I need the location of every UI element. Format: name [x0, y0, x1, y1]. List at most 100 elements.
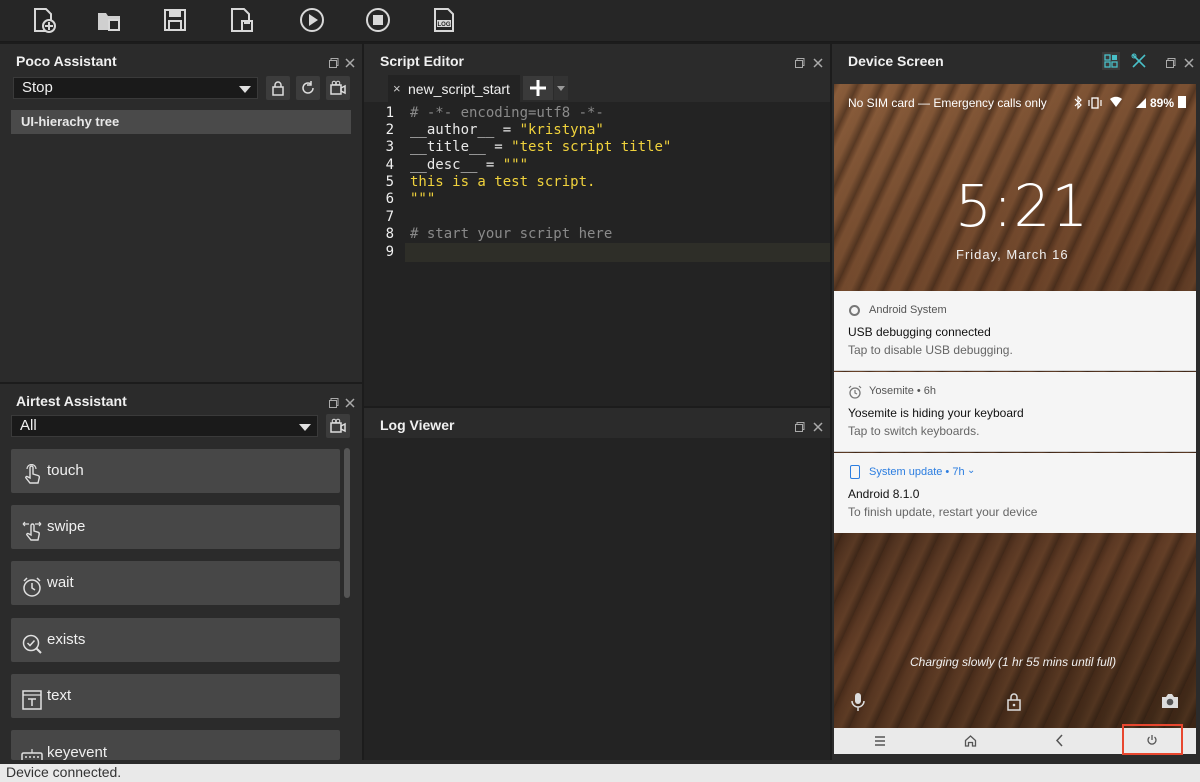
tab-label: new_script_start: [408, 81, 510, 97]
ui-hierarchy-tree-item[interactable]: UI-hierachy tree: [11, 110, 351, 134]
swipe-button[interactable]: swipe: [11, 505, 340, 549]
inspector-button[interactable]: [1102, 52, 1120, 70]
status-text: Device connected.: [6, 764, 122, 780]
poco-mode-select[interactable]: Stop: [13, 77, 258, 99]
code-line: __author__ = "kristyna": [410, 122, 604, 138]
save-as-icon[interactable]: [226, 5, 256, 35]
chevron-down-icon[interactable]: ⌄: [967, 465, 975, 476]
close-panel-icon[interactable]: [813, 419, 823, 432]
text-button[interactable]: text: [11, 674, 340, 718]
editor-tab[interactable]: × new_script_start: [388, 75, 520, 102]
save-icon[interactable]: [160, 5, 190, 35]
status-icons: [1074, 95, 1146, 110]
log-icon[interactable]: LOG: [429, 5, 459, 35]
chevron-down-icon: [299, 424, 311, 431]
run-icon[interactable]: [297, 5, 327, 35]
android-system-icon: [849, 305, 860, 316]
code-line: """: [410, 191, 436, 207]
notification-source: Android System: [869, 304, 947, 316]
keyevent-label: keyevent: [47, 744, 108, 760]
notification-subtitle: Tap to switch keyboards.: [848, 424, 980, 438]
power-icon[interactable]: [1146, 734, 1158, 746]
airtest-panel-title: Airtest Assistant: [16, 393, 127, 409]
device-nav-bar: [834, 724, 1196, 755]
charging-status: Charging slowly (1 hr 55 mins until full…: [910, 655, 1117, 669]
record-button[interactable]: [326, 76, 350, 100]
keyevent-button[interactable]: keyevent: [11, 730, 340, 760]
chevron-down-icon: [557, 86, 565, 91]
status-bar: Device connected.: [0, 764, 1200, 782]
microphone-icon[interactable]: [850, 692, 866, 712]
notification-title: USB debugging connected: [848, 325, 991, 339]
poco-panel-title: Poco Assistant: [16, 53, 117, 69]
lock-icon: [272, 81, 284, 96]
lock-button[interactable]: [266, 76, 290, 100]
log-output[interactable]: [364, 438, 830, 760]
camera-record-icon: [330, 80, 346, 95]
clock-icon: [21, 572, 43, 597]
refresh-button[interactable]: [296, 76, 320, 100]
swipe-icon: [21, 516, 43, 541]
power-button-highlight[interactable]: [1122, 724, 1183, 755]
sim-status: No SIM card — Emergency calls only: [848, 96, 1047, 110]
notification-subtitle: Tap to disable USB debugging.: [848, 343, 1013, 357]
touch-icon: [21, 460, 43, 484]
lockscreen-date: Friday, March 16: [956, 247, 1069, 262]
airtest-record-button[interactable]: [326, 414, 350, 438]
chevron-down-icon: [239, 86, 251, 93]
code-line: this is a test script.: [410, 174, 596, 190]
close-panel-icon[interactable]: [813, 55, 823, 68]
menu-icon[interactable]: [874, 735, 886, 747]
close-panel-icon[interactable]: [345, 395, 355, 408]
float-panel-icon[interactable]: [1166, 55, 1176, 68]
line-number: 4: [385, 157, 394, 173]
camera-record-icon: [330, 418, 346, 433]
line-number: 6: [385, 191, 394, 207]
stop-icon[interactable]: [363, 5, 393, 35]
open-folder-icon[interactable]: [94, 5, 124, 35]
lockscreen-time: 5:21: [955, 172, 1090, 240]
new-tab-button[interactable]: [523, 76, 553, 100]
airtest-filter-select[interactable]: All: [11, 415, 318, 437]
lock-icon[interactable]: [1006, 692, 1022, 712]
touch-button[interactable]: touch: [11, 449, 340, 493]
home-icon[interactable]: [964, 734, 977, 747]
line-number: 1: [385, 105, 394, 121]
tab-close-icon[interactable]: ×: [393, 81, 401, 96]
exists-button[interactable]: exists: [11, 618, 340, 662]
line-number: 3: [385, 139, 394, 155]
back-icon[interactable]: [1055, 734, 1065, 747]
tab-menu-button[interactable]: [554, 76, 568, 100]
wait-button[interactable]: wait: [11, 561, 340, 605]
new-file-icon[interactable]: [28, 5, 58, 35]
airtest-filter-value: All: [20, 417, 37, 434]
exists-label: exists: [47, 631, 86, 648]
battery-icon: [1178, 96, 1186, 108]
text-label: text: [47, 687, 72, 704]
float-panel-icon[interactable]: [329, 55, 339, 68]
battery-level: 89%: [1150, 96, 1175, 110]
check-circle-icon: [21, 629, 43, 654]
camera-icon[interactable]: [1160, 692, 1180, 710]
code-line: # start your script here: [410, 226, 613, 242]
close-panel-icon[interactable]: [1184, 55, 1194, 68]
tools-button[interactable]: [1130, 52, 1148, 70]
code-line: __desc__ = """: [410, 157, 529, 173]
float-panel-icon[interactable]: [329, 395, 339, 408]
line-number: 5: [385, 174, 394, 190]
notification-usb[interactable]: Android System USB debugging connected T…: [834, 291, 1196, 371]
code-line: __title__ = "test script title": [410, 139, 672, 155]
float-panel-icon[interactable]: [795, 419, 805, 432]
log-viewer-title: Log Viewer: [380, 417, 455, 433]
notification-yosemite[interactable]: Yosemite • 6h Yosemite is hiding your ke…: [834, 372, 1196, 452]
line-number: 7: [385, 209, 394, 225]
airtest-scrollbar[interactable]: [344, 448, 350, 598]
float-panel-icon[interactable]: [795, 55, 805, 68]
line-number: 2: [385, 122, 394, 138]
close-panel-icon[interactable]: [345, 55, 355, 68]
notification-source: Yosemite • 6h: [869, 385, 937, 397]
notification-subtitle: To finish update, restart your device: [848, 505, 1038, 519]
notification-system-update[interactable]: System update • 7h ⌄ Android 8.1.0 To fi…: [834, 453, 1196, 533]
grid-icon: [1104, 54, 1118, 68]
main-toolbar: LOG: [0, 0, 1200, 42]
